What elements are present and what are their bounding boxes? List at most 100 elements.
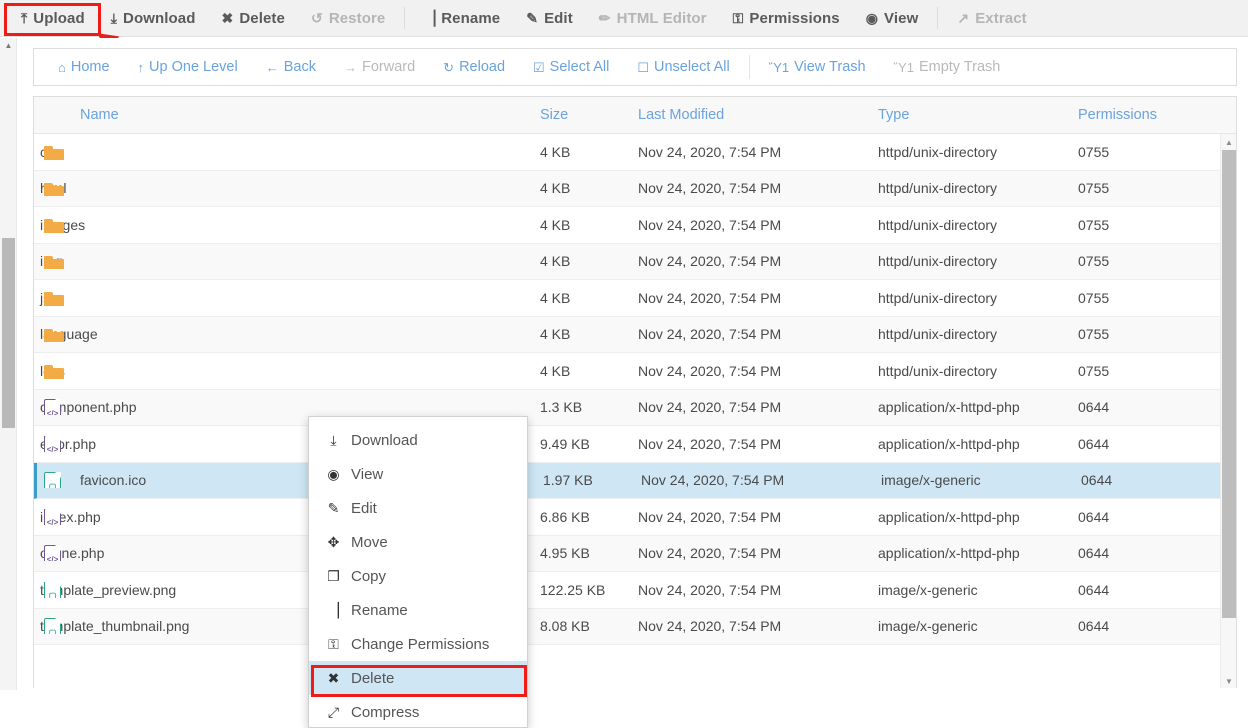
toolbar-button-upload[interactable]: ⤒Upload bbox=[8, 6, 98, 31]
table-row[interactable]: js4 KBNov 24, 2020, 7:54 PMhttpd/unix-di… bbox=[34, 280, 1237, 317]
table-row[interactable]: css4 KBNov 24, 2020, 7:54 PMhttpd/unix-d… bbox=[34, 134, 1237, 171]
home-icon: ⌂ bbox=[58, 61, 66, 74]
cell-last-modified: Nov 24, 2020, 7:54 PM bbox=[632, 618, 872, 634]
main-toolbar: ⤒Upload⤓Download✖Delete↺Restore▕Rename✎E… bbox=[0, 0, 1248, 37]
php-file-icon: </> bbox=[44, 545, 66, 561]
php-file-icon: </> bbox=[44, 436, 66, 452]
nav-button-select-all[interactable]: ☑Select All bbox=[519, 55, 623, 79]
page-body: ▲ ⌂Home↑Up One Level←Back→Forward↻Reload… bbox=[0, 38, 1248, 690]
context-menu-item-label: Compress bbox=[351, 704, 419, 721]
page-scrollbar-thumb[interactable] bbox=[2, 238, 15, 428]
cell-last-modified: Nov 24, 2020, 7:54 PM bbox=[632, 582, 872, 598]
nav-button-back[interactable]: ←Back bbox=[252, 55, 330, 79]
html-editor-icon: ✏ bbox=[599, 11, 611, 25]
cell-last-modified: Nov 24, 2020, 7:54 PM bbox=[632, 545, 872, 561]
context-menu-item-label: Download bbox=[351, 432, 418, 449]
context-menu-item-label: Change Permissions bbox=[351, 636, 489, 653]
table-scroll-down-icon[interactable]: ▼ bbox=[1223, 675, 1235, 687]
column-header-size[interactable]: Size bbox=[534, 107, 632, 123]
column-header-name[interactable]: Name bbox=[34, 107, 534, 123]
table-row[interactable]: </>index.php6.86 KBNov 24, 2020, 7:54 PM… bbox=[34, 499, 1237, 536]
trash-icon: Ὕ1 bbox=[769, 61, 789, 74]
nav-button-up-one-level[interactable]: ↑Up One Level bbox=[124, 55, 252, 79]
context-menu-item-download[interactable]: ⤓Download bbox=[309, 423, 527, 457]
move-icon: ✥ bbox=[325, 534, 342, 551]
cell-name: less bbox=[34, 363, 534, 379]
cell-size: 4 KB bbox=[534, 253, 632, 269]
arrow-up-icon: ↑ bbox=[138, 61, 145, 74]
table-row[interactable]: ▢template_preview.png122.25 KBNov 24, 20… bbox=[34, 572, 1237, 609]
table-row[interactable]: images4 KBNov 24, 2020, 7:54 PMhttpd/uni… bbox=[34, 207, 1237, 244]
table-scrollbar-thumb[interactable] bbox=[1222, 150, 1236, 618]
cell-name: </>component.php bbox=[34, 399, 534, 415]
nav-button-label: View Trash bbox=[794, 59, 865, 75]
table-row[interactable]: html4 KBNov 24, 2020, 7:54 PMhttpd/unix-… bbox=[34, 171, 1237, 208]
toolbar-button-view[interactable]: ◉View bbox=[853, 6, 932, 31]
cell-permissions: 0644 bbox=[1075, 472, 1205, 488]
table-body: css4 KBNov 24, 2020, 7:54 PMhttpd/unix-d… bbox=[34, 134, 1237, 688]
column-header-type[interactable]: Type bbox=[872, 107, 1072, 123]
toolbar-button-label: Delete bbox=[239, 10, 285, 27]
table-row[interactable]: less4 KBNov 24, 2020, 7:54 PMhttpd/unix-… bbox=[34, 353, 1237, 390]
trash-icon: Ὕ1 bbox=[894, 61, 914, 74]
cell-permissions: 0755 bbox=[1072, 326, 1202, 342]
context-menu-item-move[interactable]: ✥Move bbox=[309, 525, 527, 559]
toolbar-button-edit[interactable]: ✎Edit bbox=[513, 6, 586, 31]
cell-name: img bbox=[34, 253, 534, 269]
context-menu-item-rename[interactable]: ▕Rename bbox=[309, 593, 527, 627]
context-menu-item-view[interactable]: ◉View bbox=[309, 457, 527, 491]
toolbar-button-delete[interactable]: ✖Delete bbox=[209, 6, 298, 31]
table-row[interactable]: img4 KBNov 24, 2020, 7:54 PMhttpd/unix-d… bbox=[34, 244, 1237, 281]
table-row[interactable]: language4 KBNov 24, 2020, 7:54 PMhttpd/u… bbox=[34, 317, 1237, 354]
column-header-permissions[interactable]: Permissions bbox=[1072, 107, 1202, 123]
toolbar-button-rename[interactable]: ▕Rename bbox=[411, 6, 513, 31]
cell-last-modified: Nov 24, 2020, 7:54 PM bbox=[632, 180, 872, 196]
cell-size: 9.49 KB bbox=[534, 436, 632, 452]
cell-size: 4.95 KB bbox=[534, 545, 632, 561]
table-row[interactable]: ▢favicon.ico1.97 KBNov 24, 2020, 7:54 PM… bbox=[34, 463, 1237, 500]
cell-type: application/x-httpd-php bbox=[872, 436, 1072, 452]
cell-last-modified: Nov 24, 2020, 7:54 PM bbox=[632, 399, 872, 415]
cell-last-modified: Nov 24, 2020, 7:54 PM bbox=[632, 144, 872, 160]
cell-name: html bbox=[34, 180, 534, 196]
cell-permissions: 0644 bbox=[1072, 436, 1202, 452]
nav-button-reload[interactable]: ↻Reload bbox=[429, 55, 519, 79]
context-menu-item-label: Edit bbox=[351, 500, 377, 517]
nav-button-unselect-all[interactable]: ☐Unselect All bbox=[623, 55, 743, 79]
nav-button-label: Select All bbox=[550, 59, 610, 75]
table-scroll-up-icon[interactable]: ▲ bbox=[1223, 136, 1235, 148]
table-row[interactable]: </>error.php9.49 KBNov 24, 2020, 7:54 PM… bbox=[34, 426, 1237, 463]
cell-last-modified: Nov 24, 2020, 7:54 PM bbox=[632, 217, 872, 233]
context-menu-item-change-permissions[interactable]: ⚿Change Permissions bbox=[309, 627, 527, 661]
nav-button-home[interactable]: ⌂Home bbox=[44, 55, 124, 79]
cell-name: js bbox=[34, 290, 534, 306]
table-row[interactable]: ▢template_thumbnail.png8.08 KBNov 24, 20… bbox=[34, 609, 1237, 646]
table-row[interactable]: </>component.php1.3 KBNov 24, 2020, 7:54… bbox=[34, 390, 1237, 427]
cell-last-modified: Nov 24, 2020, 7:54 PM bbox=[632, 509, 872, 525]
scroll-up-arrow-icon[interactable]: ▲ bbox=[3, 40, 14, 50]
table-row[interactable]: </>offline.php4.95 KBNov 24, 2020, 7:54 … bbox=[34, 536, 1237, 573]
cell-permissions: 0644 bbox=[1072, 399, 1202, 415]
cell-type: application/x-httpd-php bbox=[872, 399, 1072, 415]
cell-size: 6.86 KB bbox=[534, 509, 632, 525]
context-menu-item-edit[interactable]: ✎Edit bbox=[309, 491, 527, 525]
image-file-icon: ▢ bbox=[44, 618, 66, 634]
table-scrollbar[interactable]: ▲ ▼ bbox=[1220, 134, 1236, 688]
context-menu-item-compress[interactable]: ⤢Compress bbox=[309, 695, 527, 728]
page-scrollbar[interactable]: ▲ bbox=[0, 38, 17, 690]
toolbar-button-permissions[interactable]: ⚿Permissions bbox=[720, 6, 853, 31]
cell-size: 4 KB bbox=[534, 144, 632, 160]
context-menu-item-copy[interactable]: ❐Copy bbox=[309, 559, 527, 593]
toolbar-button-download[interactable]: ⤓Download bbox=[98, 6, 209, 31]
nav-button-view-trash[interactable]: Ὕ1 View Trash bbox=[755, 55, 880, 79]
context-menu-item-label: Copy bbox=[351, 568, 386, 585]
cell-name: language bbox=[34, 326, 534, 342]
column-header-last-modified[interactable]: Last Modified bbox=[632, 107, 872, 123]
context-menu-item-label: Rename bbox=[351, 602, 408, 619]
file-name: favicon.ico bbox=[80, 472, 146, 488]
file-context-menu: ⤓Download◉View✎Edit✥Move❐Copy▕Rename⚿Cha… bbox=[308, 416, 528, 728]
cell-type: httpd/unix-directory bbox=[872, 253, 1072, 269]
toolbar-button-html-editor: ✏HTML Editor bbox=[586, 6, 720, 31]
upload-icon: ⤒ bbox=[21, 11, 27, 25]
cell-permissions: 0644 bbox=[1072, 582, 1202, 598]
